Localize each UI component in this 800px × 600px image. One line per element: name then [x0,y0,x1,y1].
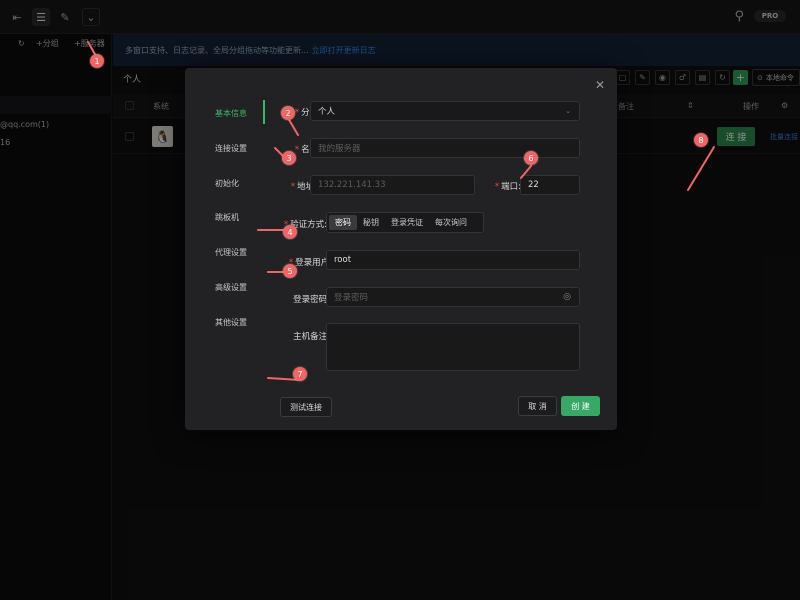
nav-proxy-settings[interactable]: 代理设置 [215,247,247,258]
step-marker-3: 3 [282,151,296,165]
step-marker-5: 5 [283,264,297,278]
port-label: * 端口: [494,182,521,192]
auth-method-segmented: 密码 秘钥 登录凭证 每次询问 [326,212,484,233]
password-placeholder: 登录密码 [334,293,369,303]
group-select[interactable]: 个人 ⌄ [310,101,580,121]
address-placeholder: 132.221.141.33 [318,180,386,190]
group-value: 个人 [318,107,336,117]
nav-active-indicator [263,100,265,124]
create-button[interactable]: 创 建 [561,396,600,416]
step-marker-1: 1 [90,54,104,68]
step-marker-8: 8 [694,133,708,147]
address-input[interactable]: 132.221.141.33 [310,175,475,195]
user-input[interactable]: root [326,250,580,270]
port-value: 22 [528,180,539,190]
password-label: 登录密码: [293,295,330,305]
step-marker-4: 4 [283,225,297,239]
auth-option-ask[interactable]: 每次询问 [429,215,473,230]
nav-jump-host[interactable]: 跳板机 [215,212,239,223]
step-marker-2: 2 [281,106,295,120]
name-input[interactable]: 我的服务器 [310,138,580,158]
new-server-dialog: ✕ 基本信息 连接设置 初始化 跳板机 代理设置 高级设置 其他设置 *分组: … [185,68,617,430]
auth-option-password[interactable]: 密码 [329,215,357,230]
remark-textarea[interactable] [326,323,580,371]
eye-hidden-icon[interactable]: ◎ [563,292,571,302]
chevron-down-icon: ⌄ [565,107,571,115]
password-input[interactable]: 登录密码 ◎ [326,287,580,307]
auth-option-credential[interactable]: 登录凭证 [385,215,429,230]
port-input[interactable]: 22 [520,175,580,195]
close-icon[interactable]: ✕ [595,78,605,92]
app-window: ⇤ ☰ ✎ ⌄ ⚲ PRO ↻ +分组 +服务器 @qq.com(1) 16 多… [0,0,800,600]
nav-connection-settings[interactable]: 连接设置 [215,143,247,154]
test-connection-button[interactable]: 测试连接 [280,397,332,417]
step-marker-7: 7 [293,367,307,381]
name-placeholder: 我的服务器 [318,144,361,154]
remark-label: 主机备注: [293,332,330,342]
auth-option-key[interactable]: 秘钥 [357,215,385,230]
nav-other-settings[interactable]: 其他设置 [215,317,247,328]
nav-basic-info[interactable]: 基本信息 [215,108,247,119]
step-marker-6: 6 [524,151,538,165]
nav-advanced-settings[interactable]: 高级设置 [215,282,247,293]
user-value: root [334,255,352,265]
nav-initialization[interactable]: 初始化 [215,178,239,189]
cancel-button[interactable]: 取 消 [518,396,557,416]
